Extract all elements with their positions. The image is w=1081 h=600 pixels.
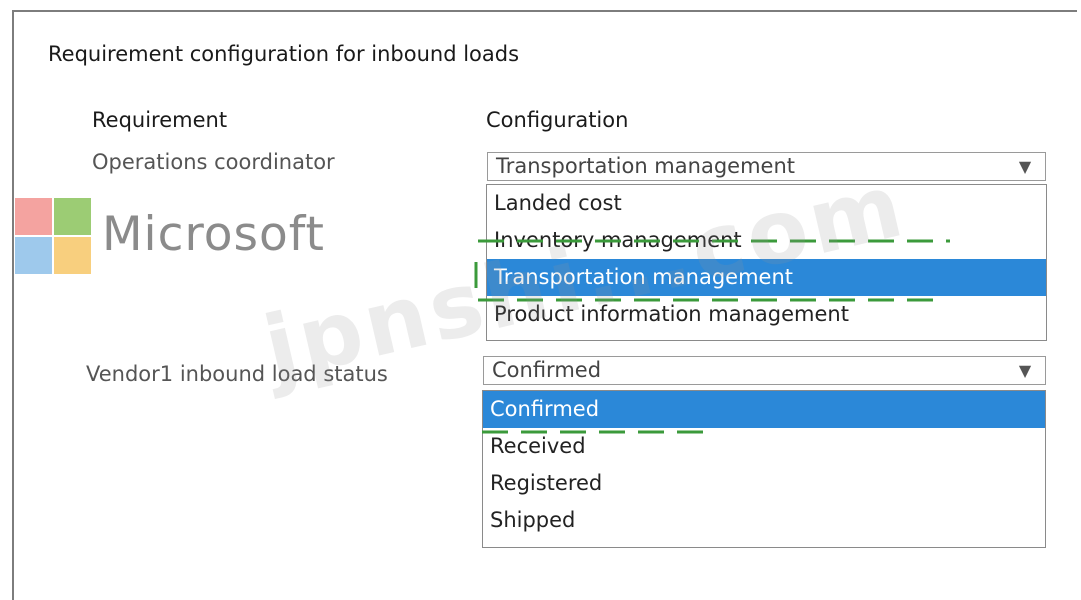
chevron-down-icon[interactable]: ▼ [1005,357,1045,384]
operations-coordinator-value: Transportation management [496,154,795,178]
microsoft-logo-icon [15,198,91,274]
chevron-down-icon[interactable]: ▼ [1005,153,1045,180]
requirement-column-header: Requirement [92,108,228,132]
operations-coordinator-select[interactable]: Transportation management ▼ [487,152,1046,181]
vendor1-status-select[interactable]: Confirmed ▼ [483,356,1046,385]
microsoft-watermark-text: Microsoft [102,207,325,262]
configuration-column-header: Configuration [486,108,629,132]
option-confirmed[interactable]: Confirmed [483,391,1045,428]
page-title: Requirement configuration for inbound lo… [48,42,520,66]
vendor1-status-dropdown-list: Confirmed Received Registered Shipped [482,390,1046,548]
vendor1-status-value: Confirmed [492,358,602,382]
option-registered[interactable]: Registered [483,465,1045,502]
operations-coordinator-label: Operations coordinator [92,150,335,174]
option-received[interactable]: Received [483,428,1045,465]
option-shipped[interactable]: Shipped [483,502,1045,539]
